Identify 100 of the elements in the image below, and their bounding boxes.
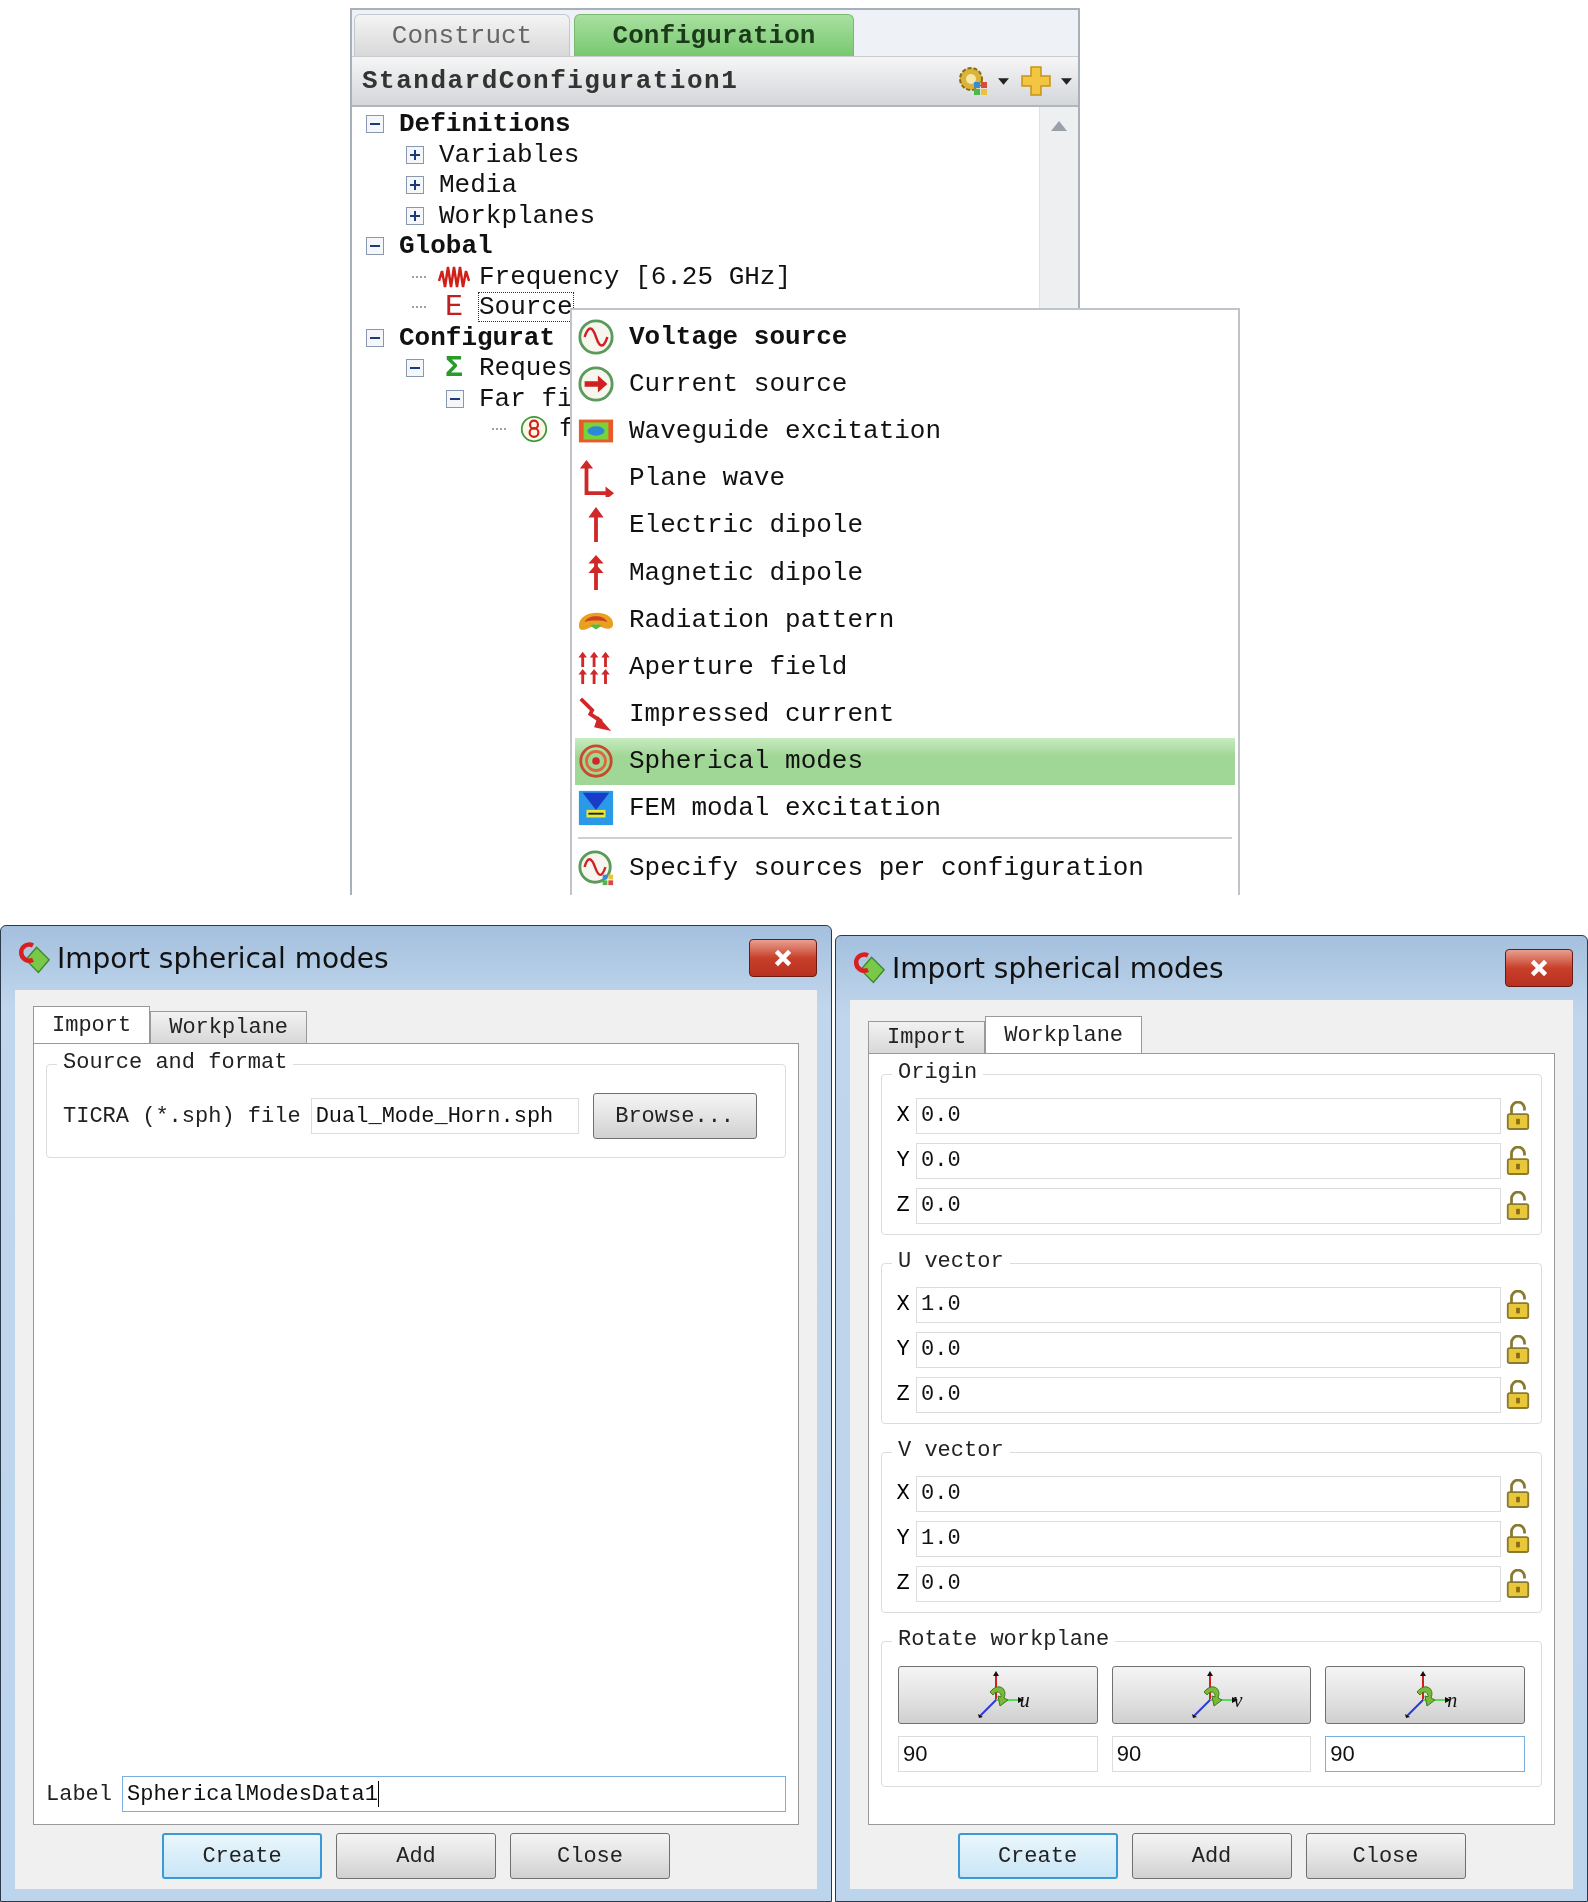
collapse-icon[interactable] <box>446 389 464 408</box>
rotate-button[interactable]: u <box>898 1666 1098 1724</box>
axis-label: Z <box>895 1193 911 1218</box>
expand-icon[interactable] <box>406 145 424 164</box>
browse-button[interactable]: Browse... <box>592 1093 757 1139</box>
file-field[interactable]: Dual_Mode_Horn.sph <box>310 1098 579 1134</box>
padlock-icon[interactable] <box>1505 1190 1531 1221</box>
tree-item[interactable]: Far fi <box>478 383 574 414</box>
group-title: Origin <box>892 1060 984 1085</box>
menu-item[interactable]: Radiation pattern <box>575 596 1235 644</box>
tree-item[interactable]: Definitions <box>398 109 572 140</box>
padlock-icon[interactable] <box>1505 1379 1531 1410</box>
axis-label: Y <box>895 1337 911 1362</box>
tree-glyph-icon: Σ <box>438 353 470 384</box>
menu-item[interactable]: Specify sources per configuration <box>575 844 1235 892</box>
collapse-icon[interactable] <box>366 328 384 347</box>
sine-grid-icon <box>577 848 615 887</box>
panel-tab[interactable]: Construct <box>354 14 570 56</box>
panel-tab[interactable]: Configuration <box>574 14 854 56</box>
menu-item[interactable]: Impressed current <box>575 690 1235 738</box>
expand-icon[interactable] <box>406 206 424 225</box>
coordinate-field[interactable]: 1.0 <box>916 1520 1501 1557</box>
collapse-icon[interactable] <box>406 359 424 378</box>
angle-field[interactable]: 90 <box>1111 1736 1312 1772</box>
axis-label: X <box>895 1481 911 1506</box>
collapse-icon[interactable] <box>366 115 384 134</box>
tree-item[interactable]: Global <box>398 231 494 262</box>
caret-icon[interactable] <box>998 77 1009 85</box>
menu-item[interactable]: FEM modal excitation <box>575 784 1235 833</box>
dialog-button[interactable]: Create <box>957 1833 1118 1879</box>
close-icon <box>1528 957 1550 979</box>
collapse-icon[interactable] <box>366 237 384 256</box>
rotate-button[interactable]: n <box>1325 1666 1525 1724</box>
expand-icon[interactable] <box>406 176 424 195</box>
tree-item[interactable]: Configurat <box>398 322 557 353</box>
padlock-icon[interactable] <box>1505 1568 1531 1599</box>
label-caption: Label <box>46 1781 112 1807</box>
dialog-tab[interactable]: Workplane <box>985 1016 1143 1053</box>
angle-field[interactable]: 90 <box>1325 1736 1525 1772</box>
menu-item[interactable]: Electric dipole <box>575 501 1235 549</box>
padlock-icon[interactable] <box>1505 1289 1531 1320</box>
axis-label: X <box>895 1103 911 1128</box>
sine-circle-icon <box>577 317 615 356</box>
coordinate-field[interactable]: 0.0 <box>916 1187 1501 1224</box>
axis-label: Z <box>895 1571 911 1596</box>
dialog-button[interactable]: Add <box>336 1833 496 1879</box>
loop-icon <box>518 415 550 444</box>
tree-item[interactable]: Workplanes <box>438 200 597 231</box>
coordinate-field[interactable]: 0.0 <box>916 1376 1501 1413</box>
padlock-icon[interactable] <box>1505 1478 1531 1509</box>
coordinate-field[interactable]: 1.0 <box>916 1286 1501 1323</box>
tree-glyph-icon: E <box>438 292 470 323</box>
padlock-icon[interactable] <box>1505 1100 1531 1131</box>
corner-arrows-icon <box>577 459 615 498</box>
dialog-tab[interactable]: Import <box>33 1006 151 1043</box>
label-field[interactable]: SphericalModesData1 <box>122 1776 786 1812</box>
coordinate-field[interactable]: 0.0 <box>916 1097 1501 1134</box>
file-label: TICRA (*.sph) file <box>63 1103 301 1129</box>
angle-field[interactable]: 90 <box>898 1736 1098 1772</box>
tree-item[interactable]: Variables <box>438 139 581 170</box>
dialog-button[interactable]: Close <box>510 1833 670 1879</box>
coordinate-field[interactable]: 0.0 <box>916 1565 1501 1602</box>
menu-item[interactable]: Aperture field <box>575 643 1235 691</box>
gear-icon[interactable] <box>956 64 990 98</box>
close-button[interactable] <box>1505 949 1573 987</box>
menu-item[interactable]: Voltage source <box>575 313 1235 361</box>
menu-item[interactable]: Waveguide excitation <box>575 407 1235 455</box>
concentric-rings-icon <box>577 742 615 781</box>
padlock-icon[interactable] <box>1505 1523 1531 1554</box>
group-title: Rotate workplane <box>892 1627 1116 1652</box>
dialog-button[interactable]: Create <box>162 1833 322 1879</box>
padlock-icon[interactable] <box>1505 1334 1531 1365</box>
field-square-icon <box>577 789 615 828</box>
axis-label: X <box>895 1292 911 1317</box>
dialog-button[interactable]: Close <box>1305 1833 1466 1879</box>
dialog-button[interactable]: Add <box>1131 1833 1292 1879</box>
tree-item[interactable]: Frequency [6.25 GHz] <box>478 261 793 292</box>
close-icon <box>772 947 794 969</box>
padlock-icon[interactable] <box>1505 1145 1531 1176</box>
dialog-tab[interactable]: Import <box>868 1021 986 1053</box>
coordinate-field[interactable]: 0.0 <box>916 1142 1501 1179</box>
dialog-tab[interactable]: Workplane <box>150 1011 308 1043</box>
menu-item[interactable]: Plane wave <box>575 454 1235 502</box>
menu-item[interactable]: Current source <box>575 360 1235 408</box>
arrow-circle-icon <box>577 364 615 403</box>
coordinate-field[interactable]: 0.0 <box>916 1475 1501 1512</box>
dialog-title: Import spherical modes <box>57 941 390 975</box>
tree-item[interactable]: Media <box>438 170 518 201</box>
axis-label: Y <box>895 1526 911 1551</box>
close-button[interactable] <box>749 939 817 977</box>
menu-item[interactable]: Magnetic dipole <box>575 548 1235 597</box>
axis-letter: u <box>1019 1689 1030 1712</box>
axis-label: Z <box>895 1382 911 1407</box>
coordinate-field[interactable]: 0.0 <box>916 1331 1501 1368</box>
tree-item[interactable]: Reques <box>478 353 574 384</box>
axis-letter: n <box>1447 1689 1458 1712</box>
configuration-name: StandardConfiguration1 <box>362 66 740 96</box>
caret-icon[interactable] <box>1061 77 1072 85</box>
axis-label: Y <box>895 1148 911 1173</box>
menu-item[interactable]: Spherical modes <box>575 737 1235 785</box>
